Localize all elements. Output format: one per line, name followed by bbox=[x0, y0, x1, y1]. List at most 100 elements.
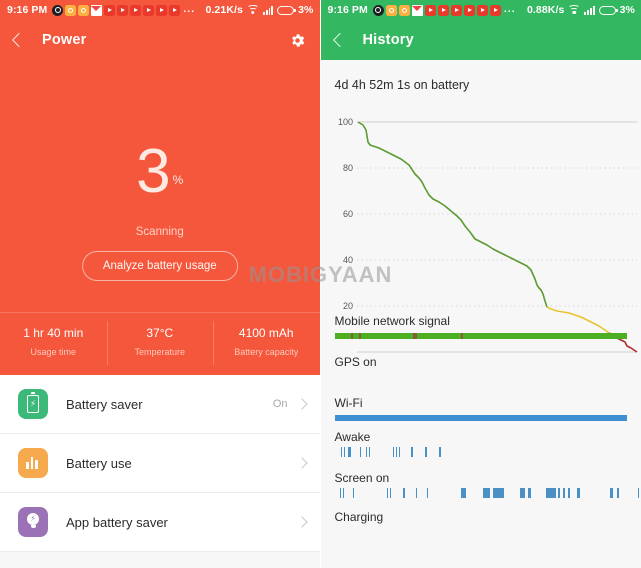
row-awake: Awake bbox=[335, 430, 641, 457]
row-label: Mobile network signal bbox=[334, 314, 450, 328]
row-wifi: Wi-Fi bbox=[334, 396, 641, 421]
youtube-icon bbox=[463, 4, 475, 16]
chevron-right-icon bbox=[295, 516, 308, 528]
stat-usage-time: 1 hr 40 min Usage time bbox=[0, 313, 107, 375]
wifi-icon bbox=[568, 5, 581, 15]
svg-text:80: 80 bbox=[342, 163, 352, 173]
cellular-signal-icon bbox=[262, 5, 274, 15]
svg-text:20: 20 bbox=[342, 301, 352, 311]
whatsapp-icon bbox=[52, 4, 64, 16]
svg-text:100: 100 bbox=[337, 117, 352, 127]
battery-hero: 3 % Scanning Analyze battery usage 1 hr … bbox=[0, 60, 320, 375]
stat-battery-capacity: 4100 mAh Battery capacity bbox=[213, 313, 320, 375]
screen-on-ticks bbox=[335, 488, 641, 498]
stat-value: 1 hr 40 min bbox=[23, 326, 84, 340]
power-settings-list: ⚡ Battery saver On Battery use ⚡ App bat… bbox=[0, 375, 320, 552]
row-label: Awake bbox=[334, 430, 371, 444]
row-mobile-network-signal: Mobile network signal bbox=[334, 314, 641, 339]
youtube-icon bbox=[130, 4, 142, 16]
percent-symbol: % bbox=[172, 173, 184, 187]
wifi-icon bbox=[246, 5, 259, 15]
network-speed: 0.88K/s bbox=[526, 4, 565, 16]
status-bar-right: 9:16 PM ... 0.88K/s 3% bbox=[320, 0, 641, 20]
row-screen-on: Screen on bbox=[335, 471, 641, 498]
stat-label: Usage time bbox=[30, 347, 77, 357]
row-label: GPS on bbox=[334, 355, 377, 369]
youtube-icon bbox=[450, 4, 462, 16]
row-charging: Charging bbox=[335, 510, 641, 524]
page-title: History bbox=[362, 32, 414, 48]
battery-stats-row: 1 hr 40 min Usage time 37°C Temperature … bbox=[0, 312, 320, 375]
youtube-icon bbox=[156, 4, 168, 16]
list-item-label: Battery saver bbox=[66, 396, 143, 412]
svg-text:60: 60 bbox=[342, 209, 352, 219]
battery-bolt-icon: ⚡ bbox=[18, 389, 48, 419]
youtube-icon bbox=[104, 4, 116, 16]
youtube-icon bbox=[437, 4, 449, 16]
stat-label: Temperature bbox=[134, 347, 186, 357]
bar-chart-icon bbox=[18, 448, 48, 478]
awake-ticks bbox=[335, 447, 641, 457]
battery-icon bbox=[277, 5, 297, 15]
chevron-left-icon[interactable] bbox=[11, 32, 27, 48]
youtube-icon bbox=[489, 4, 501, 16]
network-speed: 0.21K/s bbox=[205, 4, 243, 16]
youtube-icon bbox=[169, 4, 181, 16]
stat-value: 37°C bbox=[146, 326, 174, 340]
analyze-battery-usage-button[interactable]: Analyze battery usage bbox=[81, 251, 238, 281]
battery-icon bbox=[598, 5, 618, 15]
app-orange-icon bbox=[65, 4, 77, 16]
notification-icons: ... bbox=[52, 3, 205, 17]
cellular-signal-icon bbox=[584, 5, 595, 15]
more-notifications-icon: ... bbox=[183, 3, 196, 15]
status-time: 9:16 PM bbox=[7, 4, 48, 16]
chevron-right-icon bbox=[295, 457, 308, 469]
list-item-label: App battery saver bbox=[66, 514, 168, 530]
mobile-signal-bar bbox=[334, 333, 627, 339]
gear-icon[interactable] bbox=[289, 32, 306, 49]
row-gps-on: GPS on bbox=[335, 355, 641, 369]
history-screen: 9:16 PM ... 0.88K/s 3% History 4d 4h 52m… bbox=[319, 0, 641, 568]
bulb-bolt-icon: ⚡ bbox=[18, 507, 48, 537]
stat-value: 4100 mAh bbox=[238, 326, 294, 340]
row-label: Charging bbox=[334, 510, 384, 524]
youtube-icon bbox=[476, 4, 488, 16]
youtube-icon bbox=[424, 4, 436, 16]
gmail-icon bbox=[411, 4, 423, 16]
list-item-battery-use[interactable]: Battery use bbox=[0, 434, 320, 493]
app-bar-history: History bbox=[320, 20, 641, 60]
chevron-right-icon bbox=[295, 398, 308, 410]
battery-percentage-display: 3 % bbox=[0, 137, 320, 206]
app-orange-icon bbox=[385, 4, 397, 16]
stat-temperature: 37°C Temperature bbox=[106, 313, 214, 375]
list-item-app-battery-saver[interactable]: ⚡ App battery saver bbox=[0, 493, 320, 552]
status-bar-left: 9:16 PM ... 0.21K/s 3% bbox=[0, 0, 320, 20]
youtube-icon bbox=[143, 4, 155, 16]
row-label: Wi-Fi bbox=[334, 396, 363, 410]
history-body: 4d 4h 52m 1s on battery 100 80 60 40 20 bbox=[320, 60, 641, 568]
chevron-left-icon[interactable] bbox=[332, 32, 347, 48]
status-indicators: 0.21K/s 3% bbox=[205, 4, 313, 16]
app-orange-icon bbox=[398, 4, 410, 16]
status-indicators: 0.88K/s 3% bbox=[527, 4, 635, 16]
notification-icons: ... bbox=[372, 3, 527, 17]
list-item-battery-saver[interactable]: ⚡ Battery saver On bbox=[0, 375, 320, 434]
svg-text:40: 40 bbox=[342, 255, 352, 265]
battery-percent: 3% bbox=[298, 4, 314, 16]
gmail-icon bbox=[91, 4, 103, 16]
power-screen: 9:16 PM ... 0.21K/s 3% Power 3 % Scannin… bbox=[0, 0, 320, 568]
list-item-label: Battery use bbox=[66, 455, 132, 471]
youtube-icon bbox=[117, 4, 129, 16]
whatsapp-icon bbox=[372, 4, 384, 16]
status-time: 9:16 PM bbox=[327, 4, 368, 16]
stat-label: Battery capacity bbox=[234, 347, 299, 357]
battery-percentage-value: 3 bbox=[136, 137, 170, 206]
wifi-bar bbox=[334, 415, 627, 421]
chart-title: 4d 4h 52m 1s on battery bbox=[334, 78, 470, 92]
page-title: Power bbox=[42, 32, 87, 48]
more-notifications-icon: ... bbox=[503, 3, 516, 15]
app-bar-power: Power bbox=[0, 20, 320, 60]
app-orange-icon bbox=[78, 4, 90, 16]
list-item-value: On bbox=[272, 398, 288, 410]
scanning-status: Scanning bbox=[135, 226, 184, 238]
